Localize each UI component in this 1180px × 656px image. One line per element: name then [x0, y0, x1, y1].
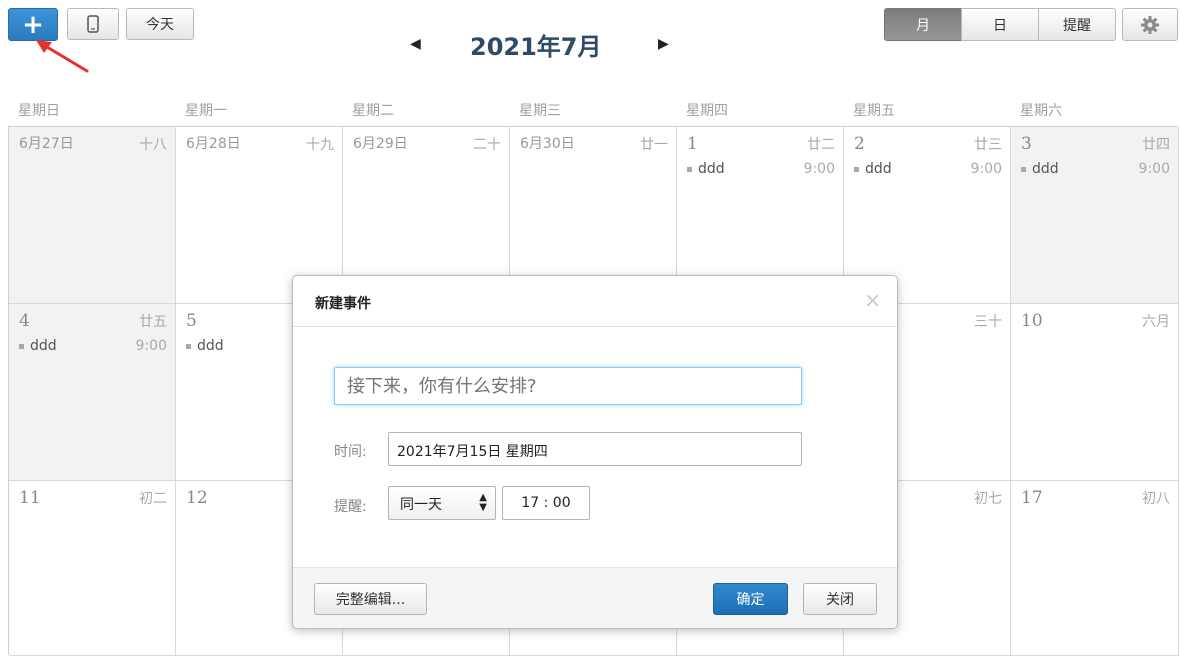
lunar-date: 廿五	[139, 314, 167, 330]
event-time: 9:00	[1138, 161, 1170, 177]
gear-icon	[1141, 15, 1159, 34]
day-number: 10	[1021, 311, 1043, 331]
weekday-label: 星期四	[686, 103, 728, 119]
tab-reminder[interactable]: 提醒	[1038, 8, 1116, 41]
day-number: 12	[186, 488, 208, 508]
tab-month[interactable]: 月	[884, 8, 962, 41]
weekday-label: 星期五	[853, 103, 895, 119]
day-number: 6月27日	[19, 136, 74, 152]
date-field[interactable]: 2021年7月15日 星期四	[388, 432, 802, 466]
event-item[interactable]: ddd 9:00	[687, 161, 835, 177]
weekday-label: 星期三	[519, 103, 561, 119]
tab-day[interactable]: 日	[961, 8, 1039, 41]
event-title-input[interactable]	[334, 367, 802, 405]
lunar-date: 廿四	[1142, 137, 1170, 153]
day-number: 3	[1021, 134, 1032, 154]
day-number: 11	[19, 488, 41, 508]
dialog-title: 新建事件	[315, 296, 371, 312]
event-item[interactable]: ddd 9:00	[854, 161, 1002, 177]
event-bullet-icon	[687, 166, 692, 172]
close-button[interactable]: 关闭	[803, 583, 877, 615]
day-number: 6月29日	[353, 136, 408, 152]
event-title: ddd	[30, 338, 57, 354]
lunar-date: 廿二	[807, 137, 835, 153]
remind-selected-value: 同一天	[400, 497, 442, 513]
event-title: ddd	[698, 161, 725, 177]
lunar-date: 初二	[139, 491, 167, 507]
event-title: ddd	[1032, 161, 1059, 177]
next-month-button[interactable]: ▶	[658, 36, 669, 52]
day-cell[interactable]: 6月27日 十八	[9, 127, 176, 304]
lunar-date: 十八	[139, 137, 167, 153]
page-title: 2021年7月	[470, 33, 602, 61]
day-cell[interactable]: 3 廿四 ddd 9:00	[1011, 127, 1179, 304]
red-pointer-arrow-icon	[32, 36, 92, 80]
event-time: 9:00	[970, 161, 1002, 177]
event-bullet-icon	[854, 166, 859, 172]
weekday-label: 星期六	[1020, 103, 1062, 119]
lunar-date: 三十	[974, 314, 1002, 330]
lunar-date: 廿三	[974, 137, 1002, 153]
lunar-date: 六月	[1142, 314, 1170, 330]
new-event-dialog: 新建事件 × 时间: 2021年7月15日 星期四 提醒: 同一天 ▲▼ 17 …	[292, 275, 898, 629]
event-item[interactable]: ddd 9:00	[19, 338, 167, 354]
day-number: 6月28日	[186, 136, 241, 152]
day-cell[interactable]: 11 初二	[9, 481, 176, 656]
close-icon[interactable]: ×	[864, 288, 881, 312]
confirm-button[interactable]: 确定	[713, 583, 788, 615]
weekday-label: 星期二	[352, 103, 394, 119]
view-switcher: 月 日 提醒	[884, 8, 1116, 41]
lunar-date: 十九	[306, 137, 334, 153]
remind-time-field[interactable]: 17 : 00	[502, 486, 590, 520]
lunar-date: 初七	[974, 491, 1002, 507]
lunar-date: 二十	[473, 137, 501, 153]
day-number: 2	[854, 134, 865, 154]
event-time: 9:00	[803, 161, 835, 177]
day-number: 5	[186, 311, 197, 331]
updown-icon: ▲ ▼	[479, 492, 487, 513]
prev-month-button[interactable]: ◀	[410, 36, 421, 52]
day-number: 4	[19, 311, 30, 331]
event-title: ddd	[197, 338, 224, 354]
dialog-footer: 完整编辑... 确定 关闭	[293, 567, 897, 628]
weekday-label: 星期日	[18, 103, 60, 119]
day-number: 1	[687, 134, 698, 154]
phone-icon	[87, 15, 99, 33]
day-cell[interactable]: 10 六月	[1011, 304, 1179, 481]
event-title: ddd	[865, 161, 892, 177]
event-bullet-icon	[186, 343, 191, 349]
full-edit-button[interactable]: 完整编辑...	[314, 583, 427, 615]
today-button[interactable]: 今天	[126, 8, 194, 40]
day-cell[interactable]: 17 初八	[1011, 481, 1179, 656]
day-number: 6月30日	[520, 136, 575, 152]
remind-label: 提醒:	[334, 499, 367, 515]
dialog-header: 新建事件 ×	[293, 276, 897, 327]
event-bullet-icon	[19, 343, 24, 349]
lunar-date: 初八	[1142, 491, 1170, 507]
event-item[interactable]: ddd 9:00	[1021, 161, 1170, 177]
settings-button[interactable]	[1122, 8, 1178, 41]
weekday-label: 星期一	[185, 103, 227, 119]
remind-select[interactable]: 同一天 ▲ ▼	[388, 486, 496, 520]
day-cell[interactable]: 4 廿五 ddd 9:00	[9, 304, 176, 481]
event-bullet-icon	[1021, 166, 1026, 172]
day-number: 17	[1021, 488, 1043, 508]
lunar-date: 廿一	[640, 137, 668, 153]
event-time: 9:00	[135, 338, 167, 354]
time-label: 时间:	[334, 444, 367, 460]
